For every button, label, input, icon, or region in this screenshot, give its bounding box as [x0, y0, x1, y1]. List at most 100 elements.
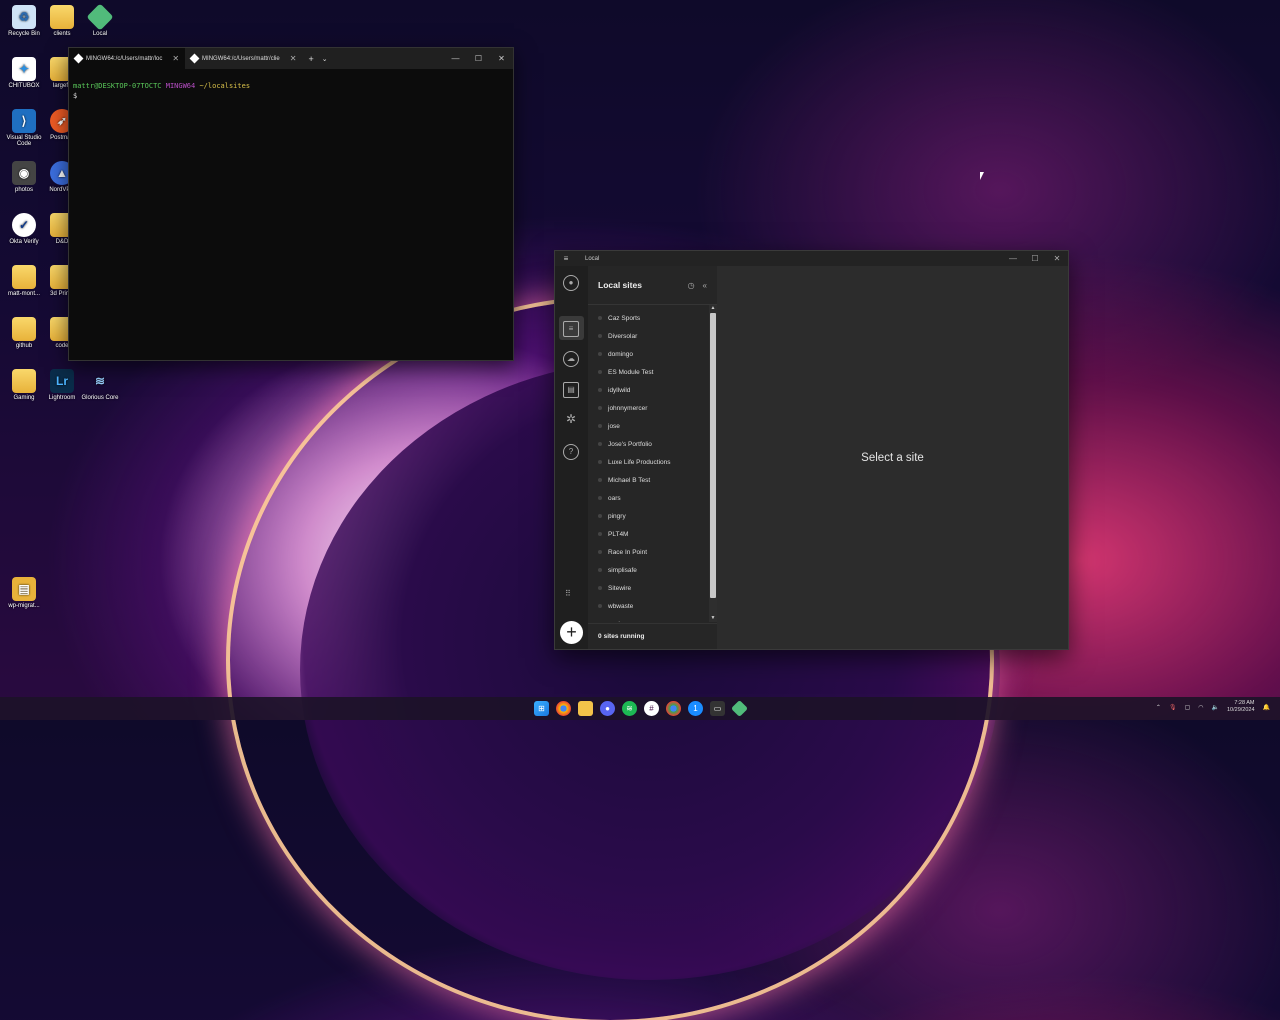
terminal-taskbar-icon[interactable]: ▭ [710, 701, 725, 716]
site-list-item[interactable]: Diversolar [588, 327, 709, 345]
1password-icon[interactable]: 1 [688, 701, 703, 716]
site-list-item[interactable]: Michael B Test [588, 471, 709, 489]
desktop-icon[interactable]: ✓ Okta Verify [5, 213, 43, 245]
window-title: Local [585, 255, 600, 262]
folder-icon [12, 317, 36, 341]
site-list-item[interactable]: wbwaste [588, 597, 709, 615]
desktop-icon[interactable]: ♻ Recycle Bin [5, 5, 43, 37]
site-status-dot [598, 586, 602, 590]
add-site-button[interactable]: + [560, 621, 583, 644]
scroll-thumb[interactable] [710, 313, 716, 598]
site-list-item[interactable]: idyllwild [588, 381, 709, 399]
desktop-icon[interactable]: ▤ wp-migrat... [5, 577, 43, 609]
site-list-item[interactable]: Luxe Life Productions [588, 453, 709, 471]
spotify-icon[interactable]: ≋ [622, 701, 637, 716]
terminal-output[interactable]: mattr@DESKTOP-07TOCTC MINGW64 ~/localsit… [69, 69, 513, 113]
folder-icon [50, 5, 74, 29]
desktop-icon[interactable]: ⟩ Visual Studio Code [5, 109, 43, 147]
scroll-down-icon[interactable]: ▼ [709, 615, 717, 622]
help-icon[interactable]: ? [563, 444, 579, 460]
site-status-dot [598, 316, 602, 320]
recycle-bin-icon: ♻ [12, 5, 36, 29]
desktop-icon[interactable]: matt-mont... [5, 265, 43, 297]
site-list-item[interactable]: johnnymercer [588, 399, 709, 417]
maximize-icon[interactable]: ☐ [467, 54, 490, 63]
desktop-icon[interactable]: github [5, 317, 43, 349]
slack-icon[interactable]: # [644, 701, 659, 716]
desktop-icon[interactable]: ◉ photos [5, 161, 43, 193]
site-list-item[interactable]: Sitewire [588, 579, 709, 597]
main-content: Select a site [717, 266, 1068, 649]
site-status-dot [598, 514, 602, 518]
apps-grid-icon[interactable]: ⠿ [565, 590, 578, 605]
desktop-icon-label: wp-migrat... [8, 603, 40, 609]
chrome-profile-icon[interactable] [666, 701, 681, 716]
site-list-item[interactable]: simplisafe [588, 561, 709, 579]
site-status-dot [598, 334, 602, 338]
maximize-icon[interactable]: ☐ [1024, 254, 1046, 263]
site-status-dot [598, 568, 602, 572]
notification-bell-icon[interactable]: 🔔 [1263, 704, 1270, 711]
site-status-dot [598, 370, 602, 374]
terminal-tab-2[interactable]: MINGW64:/c/Users/mattr/clie ✕ [185, 48, 302, 69]
site-list[interactable]: Caz Sports Diversolar domingo ES Module Tes… [588, 305, 709, 622]
sites-stack-icon[interactable]: ≡ [563, 321, 579, 337]
cast-icon[interactable]: ▢ [1185, 704, 1191, 711]
desktop-icon[interactable]: ✦ CHITUBOX [5, 57, 43, 89]
site-list-item[interactable]: oars [588, 489, 709, 507]
prompt-line: mattr@DESKTOP-07TOCTC MINGW64 ~/localsit… [73, 81, 509, 91]
wifi-icon[interactable]: ◠ [1198, 704, 1203, 711]
desktop-icon[interactable]: Local [81, 3, 119, 37]
cloud-icon[interactable]: ☁ [563, 351, 579, 367]
site-list-item[interactable]: Jose's Portfolio [588, 435, 709, 453]
site-list-item[interactable]: domingo [588, 345, 709, 363]
collapse-panel-icon[interactable]: « [703, 281, 707, 290]
close-icon[interactable]: ✕ [490, 54, 513, 63]
local-app-window[interactable]: ≡ Local — ☐ ✕ ● ≡ ☁ ▤ ✲ ? ⠿ + Local site… [554, 250, 1069, 650]
close-tab-icon[interactable]: ✕ [290, 54, 297, 63]
site-name: idyllwild [608, 386, 631, 394]
site-list-item[interactable]: Caz Sports [588, 309, 709, 327]
start-windows-icon[interactable]: ⊞ [534, 701, 549, 716]
clock-history-icon[interactable]: ◷ [688, 281, 695, 290]
site-list-item[interactable]: pingry [588, 507, 709, 525]
clock[interactable]: 7:28 AM 10/29/2024 [1227, 700, 1255, 714]
tab-dropdown-icon[interactable]: ⌄ [322, 55, 328, 63]
discord-icon[interactable]: ● [600, 701, 615, 716]
running-count: 0 [598, 633, 602, 640]
tray-chevron-icon[interactable]: ⌃ [1156, 704, 1161, 711]
minimize-icon[interactable]: — [444, 54, 467, 63]
hamburger-menu-icon[interactable]: ≡ [555, 254, 577, 263]
close-icon[interactable]: ✕ [1046, 254, 1068, 263]
prompt-symbol: $ [73, 92, 78, 100]
new-tab-icon[interactable]: + [308, 54, 313, 64]
terminal-window[interactable]: MINGW64:/c/Users/mattr/loc ✕ MINGW64:/c/… [68, 47, 514, 361]
running-text: sites running [603, 633, 645, 640]
site-list-item[interactable]: PLT4M [588, 525, 709, 543]
site-list-item[interactable]: jose [588, 417, 709, 435]
scroll-up-icon[interactable]: ▲ [709, 305, 717, 312]
prompt-user: mattr@DESKTOP-07TOCTC [73, 82, 162, 90]
addons-puzzle-icon[interactable]: ✲ [563, 413, 579, 429]
terminal-tab-1[interactable]: MINGW64:/c/Users/mattr/loc ✕ [69, 48, 186, 69]
site-name: PLT4M [608, 530, 629, 538]
minimize-icon[interactable]: — [1002, 254, 1024, 263]
site-list-item[interactable]: wpdemo... [588, 615, 709, 623]
site-list-item[interactable]: Race In Point [588, 543, 709, 561]
blueprints-icon[interactable]: ▤ [563, 382, 579, 398]
local-taskbar-icon[interactable] [731, 700, 748, 717]
desktop-icon[interactable]: clients [43, 5, 81, 37]
desktop-icon[interactable]: ≋ Glorious Core [81, 369, 119, 401]
file-explorer-icon[interactable] [578, 701, 593, 716]
mouse-cursor [980, 172, 984, 180]
microphone-icon[interactable]: 🎙 [1169, 704, 1177, 711]
site-list-scrollbar[interactable]: ▲ ▼ [709, 305, 717, 622]
desktop-icon[interactable]: Gaming [5, 369, 43, 401]
volume-icon[interactable]: 🔈 [1212, 704, 1219, 711]
user-avatar-icon[interactable]: ● [563, 275, 579, 291]
desktop-icon[interactable]: Lr Lightroom [43, 369, 81, 401]
chrome-icon[interactable] [556, 701, 571, 716]
close-tab-icon[interactable]: ✕ [172, 54, 179, 63]
desktop-icon-label: Okta Verify [9, 239, 39, 245]
site-list-item[interactable]: ES Module Test [588, 363, 709, 381]
